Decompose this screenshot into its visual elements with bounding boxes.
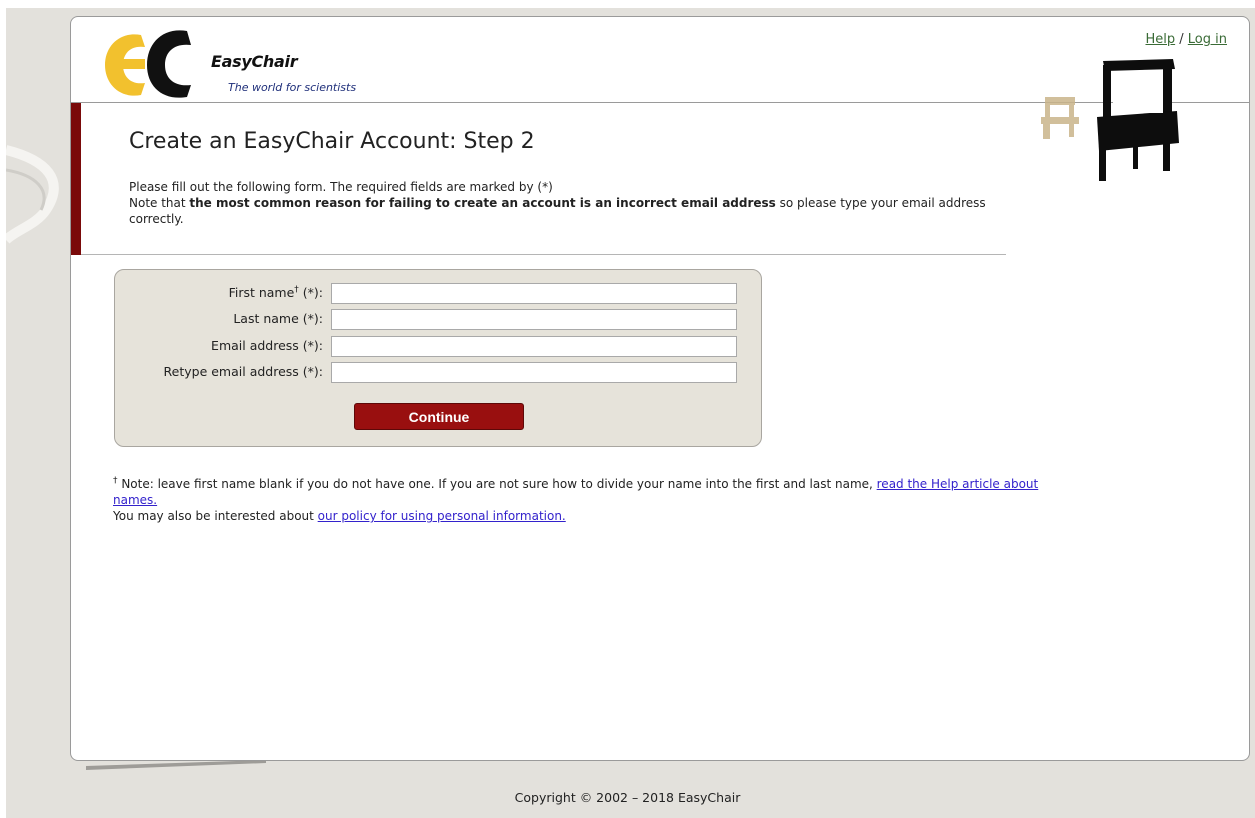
retype-email-input[interactable] — [331, 362, 737, 383]
policy-prefix: You may also be interested about — [113, 509, 318, 523]
note-bold: the most common reason for failing to cr… — [189, 196, 776, 210]
footnote-text: Note: leave first name blank if you do n… — [117, 477, 877, 491]
first-name-label: First name† (*): — [228, 285, 323, 301]
main-panel: EasyChair The world for scientists Help … — [70, 16, 1250, 761]
intro-line: Please fill out the following form. The … — [129, 180, 553, 194]
email-input[interactable] — [331, 336, 737, 357]
intro-note: Note that the most common reason for fai… — [129, 195, 999, 227]
retype-email-label: Retype email address (*): — [163, 364, 323, 379]
policy-link[interactable]: our policy for using personal informatio… — [318, 509, 566, 523]
intro-text: Please fill out the following form. The … — [129, 179, 999, 227]
logo-subtitle: The world for scientists — [228, 81, 357, 94]
first-name-row: First name† (*): — [115, 283, 763, 305]
last-name-row: Last name (*): — [115, 309, 763, 331]
help-link[interactable]: Help — [1145, 32, 1175, 47]
chair-illustration — [1041, 59, 1179, 181]
login-link[interactable]: Log in — [1188, 32, 1227, 47]
page-title: Create an EasyChair Account: Step 2 — [129, 129, 535, 154]
easychair-logo[interactable]: EasyChair The world for scientists — [101, 23, 421, 101]
footnote-policy: You may also be interested about our pol… — [113, 508, 1053, 524]
ec-logo-icon — [105, 30, 191, 98]
account-form: First name† (*): Last name (*): Email ad… — [114, 269, 762, 447]
link-separator: / — [1179, 32, 1184, 47]
email-row: Email address (*): — [115, 336, 763, 358]
footnote-names: † Note: leave first name blank if you do… — [113, 473, 1053, 508]
footnote: † Note: leave first name blank if you do… — [113, 473, 1053, 524]
logo-title: EasyChair — [211, 52, 298, 71]
retype-email-row: Retype email address (*): — [115, 362, 763, 384]
first-name-input[interactable] — [331, 283, 737, 304]
note-prefix: Note that — [129, 196, 190, 210]
last-name-input[interactable] — [331, 309, 737, 330]
email-label: Email address (*): — [211, 338, 323, 353]
last-name-label: Last name (*): — [233, 311, 323, 326]
top-links: Help / Log in — [1145, 32, 1227, 47]
content-divider — [81, 254, 1006, 255]
panel-shadow — [86, 760, 266, 770]
copyright: Copyright © 2002 – 2018 EasyChair — [514, 790, 741, 805]
continue-button[interactable]: Continue — [354, 403, 524, 430]
accent-bar — [71, 103, 81, 255]
